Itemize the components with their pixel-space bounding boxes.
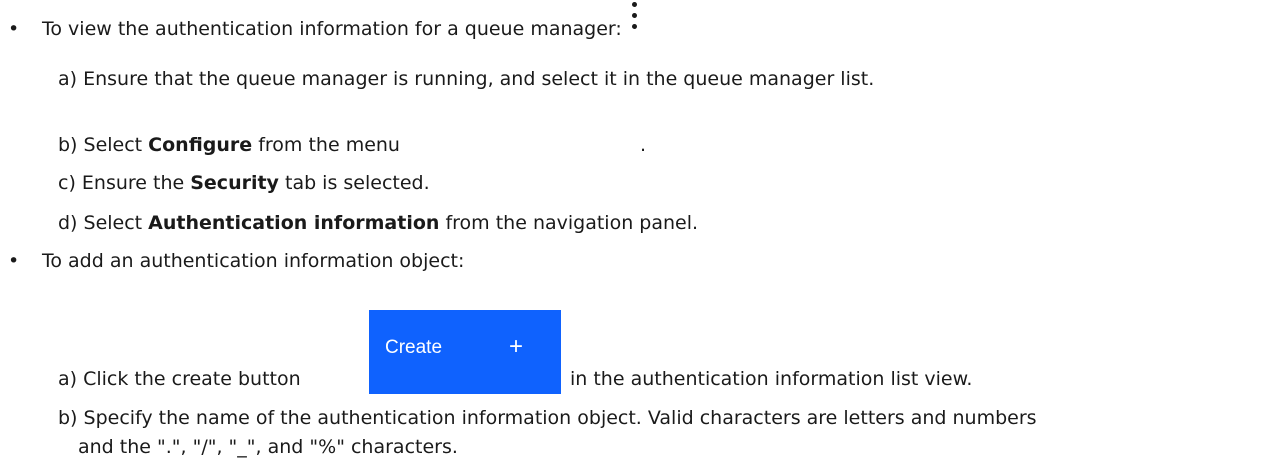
plus-icon: + [509,333,524,360]
bullet-icon: • [8,250,20,272]
step-view-d: d) Select Authentication information fro… [58,212,699,234]
step-view-c: c) Ensure the Security tab is selected. [58,172,430,194]
step-add-a-suffix: in the authentication information list v… [570,368,973,390]
bullet-icon: • [8,18,20,40]
step-add-b-line1: b) Specify the name of the authenticatio… [58,407,1037,429]
create-button-label: Create [385,337,443,358]
configure-label: Configure [148,134,253,156]
step-add-b-line2: and the ".", "/", "_", and "%" character… [78,436,458,458]
auth-info-label: Authentication information [148,212,440,234]
list-item-view-auth: To view the authentication information f… [42,18,622,40]
step-view-b: b) Select Configure from the menu [58,134,400,156]
security-label: Security [190,172,279,194]
step-add-a-prefix: a) Click the create button [58,368,301,390]
step-view-a: a) Ensure that the queue manager is runn… [58,68,875,90]
step-view-b-end: . [640,134,647,156]
list-item-add-auth: To add an authentication information obj… [42,250,465,272]
create-button[interactable]: Create + [369,310,561,394]
overflow-menu-vertical-icon [632,2,638,36]
